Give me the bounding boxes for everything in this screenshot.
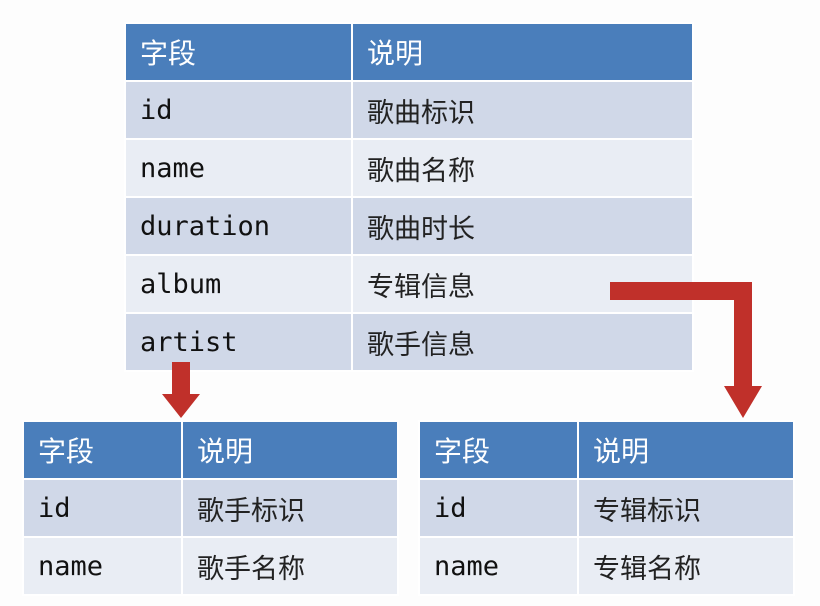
- connector-arrows: [162, 282, 762, 418]
- arrow-artist-icon: [162, 362, 200, 418]
- arrow-album-icon: [610, 282, 762, 418]
